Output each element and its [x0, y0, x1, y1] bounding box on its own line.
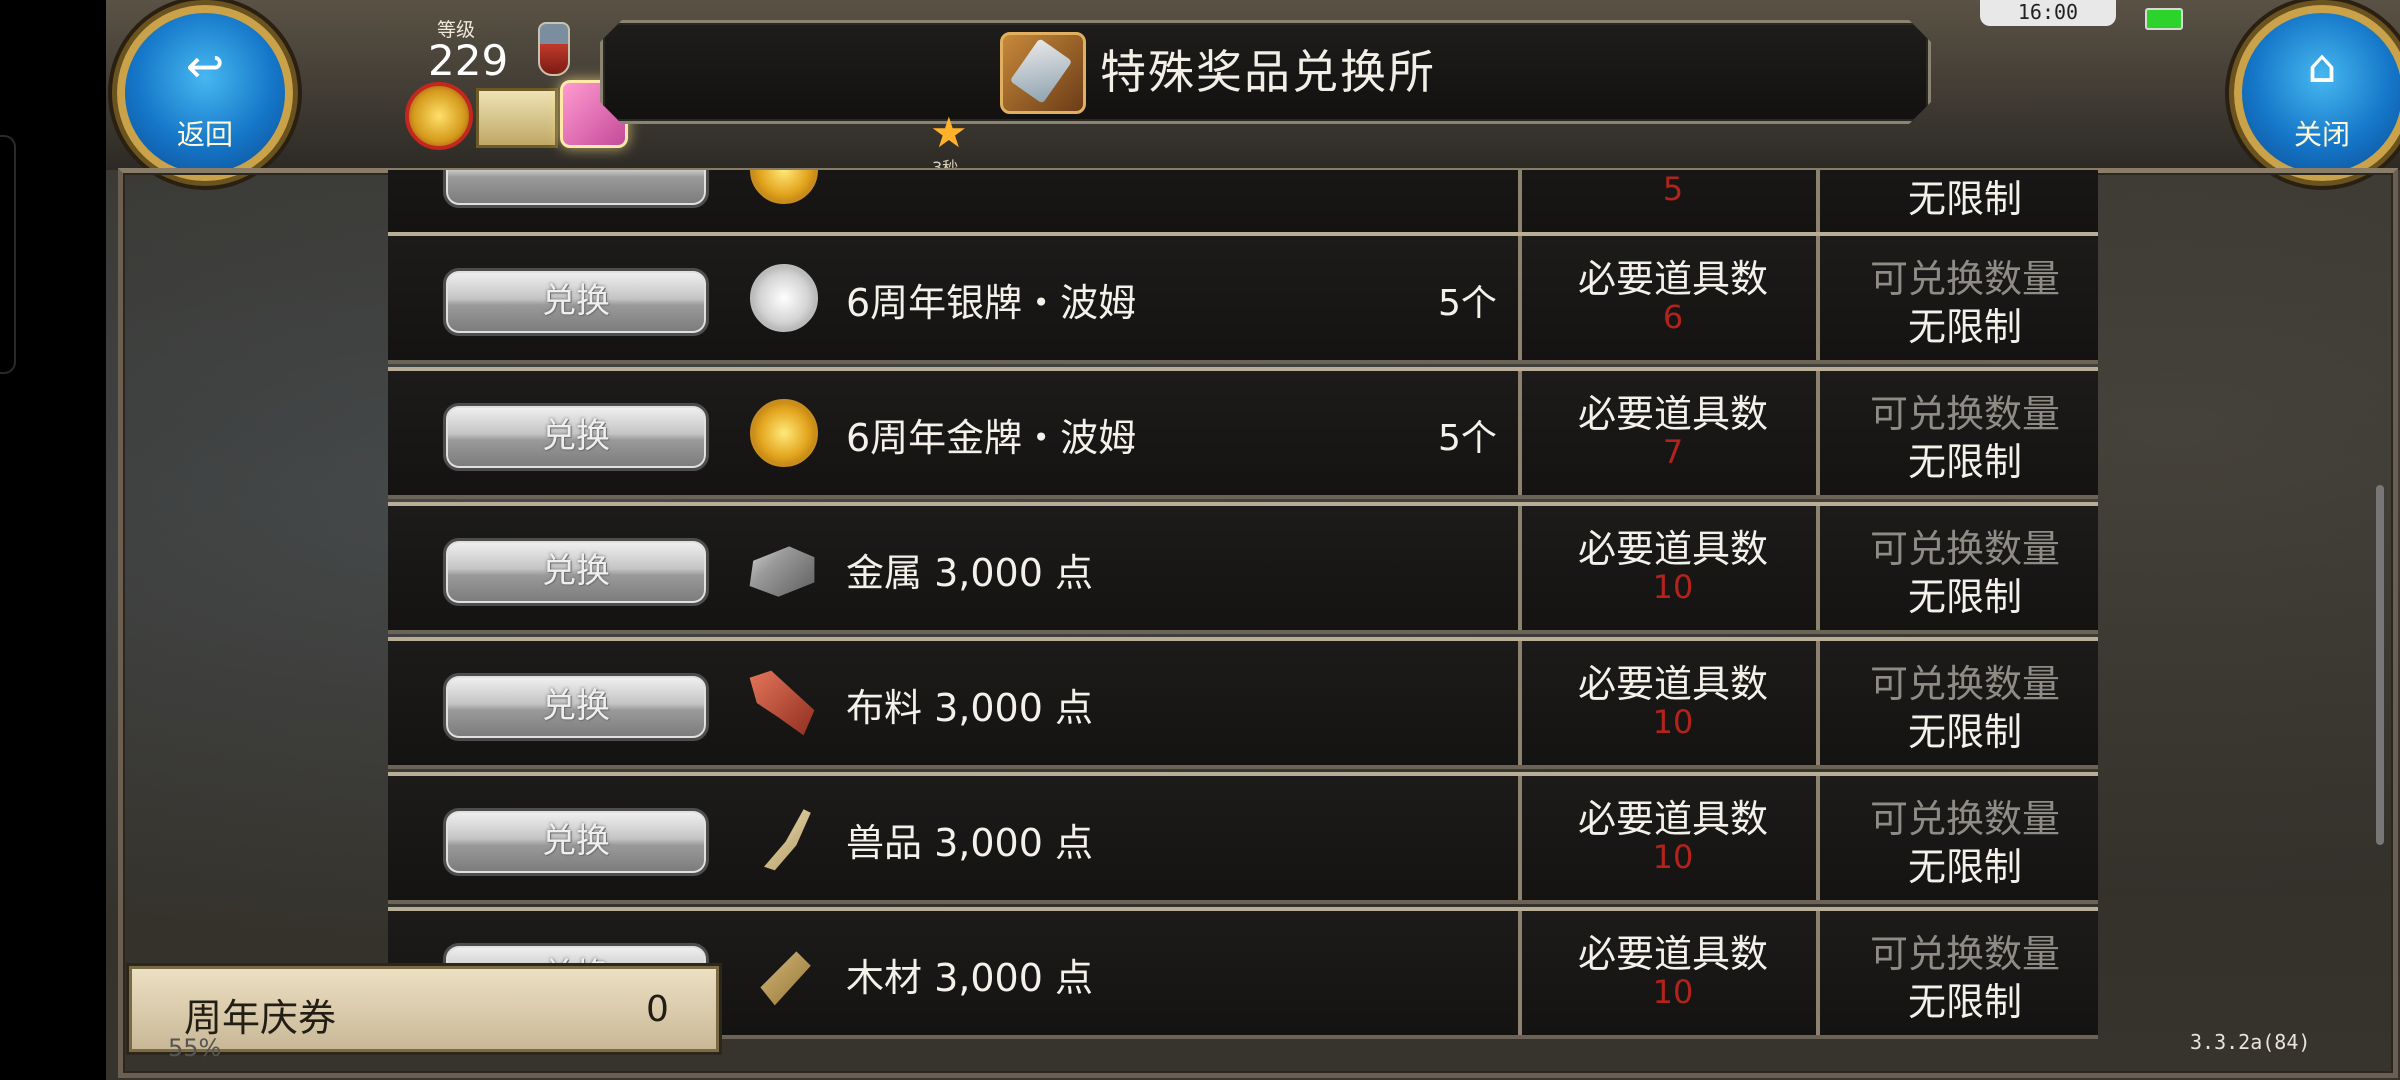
phone-edge	[0, 135, 16, 374]
limit-label: 可兑换数量	[1869, 932, 2060, 976]
horn-icon	[764, 809, 811, 871]
limit-value: 无限制	[1907, 575, 2022, 619]
scrollbar[interactable]	[2376, 485, 2384, 845]
item-name: 6周年金牌・波姆	[846, 416, 1137, 460]
exchange-button[interactable]: 兑换	[443, 673, 709, 741]
limit-value: 无限制	[1907, 710, 2022, 754]
column-divider	[1518, 170, 1522, 232]
star-icon[interactable]: ★	[930, 112, 968, 154]
percent-indicator: 55%	[168, 1034, 222, 1062]
limit-value: 无限制	[1907, 305, 2022, 349]
limit-label: 可兑换数量	[1869, 257, 2060, 301]
required-count: 5	[1662, 170, 1684, 208]
wood-icon	[760, 951, 811, 1006]
list-item: 5 无限制	[388, 170, 2098, 236]
item-name: 金属 3,000 点	[846, 551, 1093, 595]
limit-label: 可兑换数量	[1869, 527, 2060, 571]
exchange-button[interactable]: 兑换	[443, 268, 709, 336]
coupon-value: 0	[646, 989, 669, 1030]
required-label: 必要道具数	[1577, 392, 1768, 436]
limit-value: 无限制	[1907, 845, 2022, 889]
required-count: 10	[1652, 838, 1694, 876]
list-item: 兑换 金属 3,000 点 必要道具数 10 可兑换数量 无限制	[388, 502, 2098, 634]
back-arrow-icon: ↩	[185, 39, 225, 93]
required-count: 10	[1652, 973, 1694, 1011]
metal-ingot-icon	[749, 546, 815, 597]
column-divider	[1518, 506, 1522, 630]
item-name: 木材 3,000 点	[846, 956, 1093, 1000]
column-divider	[1518, 776, 1522, 900]
column-divider	[1518, 371, 1522, 495]
limit-label: 可兑换数量	[1869, 662, 2060, 706]
column-divider	[1518, 641, 1522, 765]
required-count: 7	[1662, 433, 1684, 471]
exchange-button[interactable]: 兑换	[443, 538, 709, 606]
required-label: 必要道具数	[1577, 527, 1768, 571]
battery-icon	[2145, 8, 2183, 30]
silver-medal-icon	[750, 264, 818, 332]
item-quantity: 5个	[1438, 283, 1497, 324]
required-label: 必要道具数	[1577, 257, 1768, 301]
clock: 16:00	[1980, 0, 2116, 26]
exchange-button[interactable]	[443, 170, 709, 208]
item-name: 布料 3,000 点	[846, 686, 1093, 730]
limit-value: 无限制	[1907, 980, 2022, 1024]
close-button[interactable]: ⌂ 关闭	[2234, 5, 2400, 181]
level-value: 229	[428, 36, 509, 85]
cloth-icon	[749, 670, 815, 736]
shop-title-icon	[1000, 32, 1086, 114]
gold-medal-icon	[750, 399, 818, 467]
item-quantity: 5个	[1438, 418, 1497, 459]
back-label: 返回	[176, 118, 233, 151]
required-label: 必要道具数	[1577, 932, 1768, 976]
reward-list[interactable]: 5 无限制 兑换 6周年银牌・波姆 5个 必要道具数 6 可兑换数量 无限制 兑…	[378, 170, 2118, 1050]
potion-icon[interactable]	[538, 22, 570, 76]
limit-value: 无限制	[1907, 177, 2022, 221]
column-divider	[1518, 911, 1522, 1035]
exchange-button[interactable]: 兑换	[443, 808, 709, 876]
limit-label: 可兑换数量	[1869, 797, 2060, 841]
close-label: 关闭	[2293, 118, 2350, 151]
column-divider	[1518, 236, 1522, 360]
required-count: 6	[1662, 298, 1684, 336]
exchange-button[interactable]: 兑换	[443, 403, 709, 471]
medal-icon	[750, 170, 818, 204]
item-name: 6周年银牌・波姆	[846, 281, 1137, 325]
list-item: 兑换 6周年金牌・波姆 5个 必要道具数 7 可兑换数量 无限制	[388, 367, 2098, 499]
limit-value: 无限制	[1907, 440, 2022, 484]
mail-icon[interactable]	[476, 88, 558, 148]
list-item: 兑换 布料 3,000 点 必要道具数 10 可兑换数量 无限制	[388, 637, 2098, 769]
list-item: 兑换 兽品 3,000 点 必要道具数 10 可兑换数量 无限制	[388, 772, 2098, 904]
item-name: 兽品 3,000 点	[846, 821, 1093, 865]
medal-icon[interactable]	[405, 82, 473, 150]
back-button[interactable]: ↩ 返回	[117, 5, 293, 181]
required-label: 必要道具数	[1577, 797, 1768, 841]
page-title: 特殊奖品兑换所	[1100, 45, 1436, 99]
version-label: 3.3.2a(84)	[2190, 1030, 2311, 1054]
list-item: 兑换 6周年银牌・波姆 5个 必要道具数 6 可兑换数量 无限制	[388, 232, 2098, 364]
required-count: 10	[1652, 703, 1694, 741]
required-count: 10	[1652, 568, 1694, 606]
home-icon: ⌂	[2307, 39, 2337, 93]
limit-label: 可兑换数量	[1869, 392, 2060, 436]
required-label: 必要道具数	[1577, 662, 1768, 706]
